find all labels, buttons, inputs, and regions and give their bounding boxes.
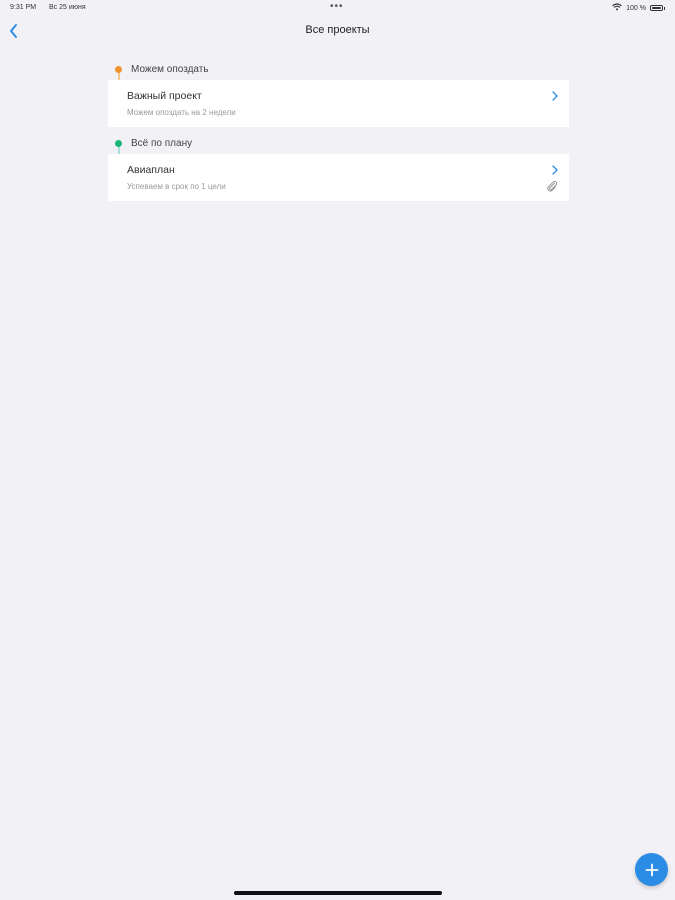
status-bar: 9:31 PM Вс 25 июня ••• 100 % (0, 0, 675, 16)
chevron-right-icon (552, 91, 558, 101)
project-group-at-risk: Можем опоздать Важный проект Можем опозд… (108, 62, 569, 127)
group-title: Всё по плану (131, 138, 193, 149)
project-card[interactable]: Важный проект Можем опоздать на 2 недели (108, 80, 569, 127)
page-title: Все проекты (305, 24, 370, 36)
status-dot-orange (115, 66, 122, 73)
navigation-bar: Все проекты (0, 16, 675, 46)
status-time: 9:31 PM (10, 4, 37, 11)
wifi-icon (612, 3, 622, 13)
project-title: Важный проект (127, 90, 202, 102)
plus-icon (645, 863, 658, 876)
group-header: Всё по плану (108, 136, 569, 154)
project-subtitle: Можем опоздать на 2 недели (127, 108, 236, 117)
group-header: Можем опоздать (108, 62, 569, 80)
battery-tip (664, 6, 665, 10)
chevron-right-icon (552, 165, 558, 175)
status-indicators: 100 % (612, 3, 665, 13)
status-dot-green (115, 140, 122, 147)
status-date: Вс 25 июня (49, 4, 86, 11)
project-title: Авиаплан (127, 164, 175, 176)
project-subtitle: Успеваем в срок по 1 цели (127, 182, 226, 191)
project-group-on-track: Всё по плану Авиаплан Успеваем в срок по… (108, 136, 569, 201)
paperclip-icon (547, 180, 558, 192)
home-indicator[interactable] (234, 891, 442, 895)
project-card[interactable]: Авиаплан Успеваем в срок по 1 цели (108, 154, 569, 201)
add-project-button[interactable] (635, 853, 668, 886)
multitasking-dots[interactable]: ••• (330, 1, 344, 12)
battery-percent: 100 % (626, 4, 646, 12)
battery-icon (650, 5, 663, 11)
group-title: Можем опоздать (131, 64, 209, 75)
